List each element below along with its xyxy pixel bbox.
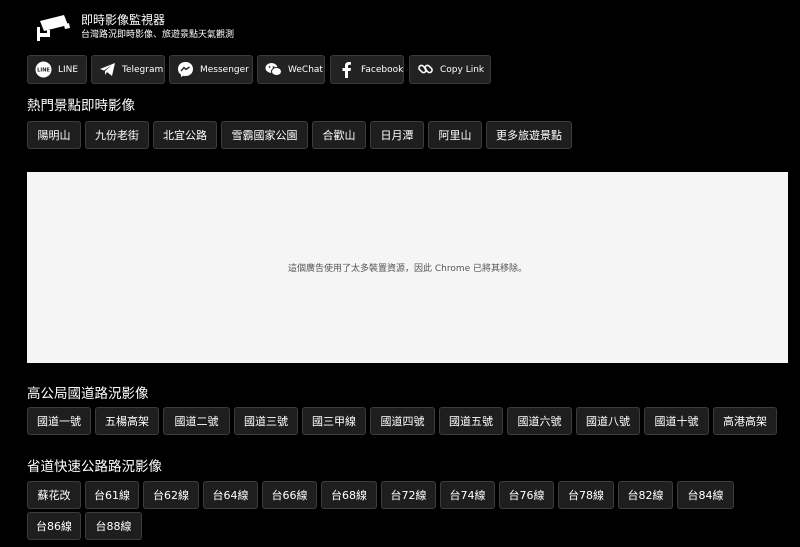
share-wechat-button[interactable]: WeChat: [257, 55, 325, 84]
provincial-button[interactable]: 台68線: [321, 481, 377, 509]
spot-button[interactable]: 日月潭: [370, 121, 424, 149]
provincial-button[interactable]: 台61線: [85, 481, 139, 509]
site-subtitle: 台灣路況即時影像、旅遊景點天氣觀測: [81, 30, 235, 40]
provincial-button[interactable]: 台82線: [618, 481, 673, 509]
provincial-button[interactable]: 台86線: [27, 512, 81, 540]
copy-link-label: Copy Link: [440, 64, 485, 75]
provincial-button[interactable]: 台74線: [440, 481, 495, 509]
line-icon: LINE: [35, 61, 52, 78]
freeway-button[interactable]: 國道一號: [27, 407, 91, 435]
spot-button[interactable]: 阿里山: [428, 121, 482, 149]
svg-text:LINE: LINE: [37, 68, 50, 74]
freeway-button[interactable]: 國道六號: [507, 407, 572, 435]
ad-placeholder: 這個廣告使用了太多裝置資源，因此 Chrome 已將其移除。: [27, 172, 788, 363]
freeway-button[interactable]: 國道八號: [576, 407, 640, 435]
spot-button[interactable]: 雪霸國家公園: [221, 121, 308, 149]
more-spots-button[interactable]: 更多旅遊景點: [486, 121, 572, 149]
hot-spots-title: 熱門景點即時影像: [27, 98, 135, 114]
provincial-button[interactable]: 蘇花改: [27, 481, 81, 509]
link-icon: [417, 61, 434, 78]
provincial-title: 省道快速公路路況影像: [27, 459, 162, 475]
provincial-button[interactable]: 台72線: [381, 481, 436, 509]
spot-button[interactable]: 北宜公路: [153, 121, 217, 149]
site-brand[interactable]: 即時影像監視器 台灣路況即時影像、旅遊景點天氣觀測: [36, 13, 336, 43]
freeway-button[interactable]: 國道五號: [439, 407, 503, 435]
provincial-button[interactable]: 台66線: [262, 481, 317, 509]
freeway-button[interactable]: 國道二號: [163, 407, 230, 435]
freeway-title: 高公局國道路況影像: [27, 386, 149, 402]
share-facebook-button[interactable]: Facebook: [330, 55, 404, 84]
spot-button[interactable]: 陽明山: [27, 121, 81, 149]
share-line-label: LINE: [58, 64, 79, 75]
share-line-button[interactable]: LINE LINE: [27, 55, 87, 84]
freeway-button[interactable]: 國三甲線: [302, 407, 366, 435]
share-telegram-label: Telegram: [122, 64, 164, 75]
provincial-button[interactable]: 台62線: [143, 481, 199, 509]
telegram-icon: [99, 61, 116, 78]
cctv-camera-icon: [36, 13, 72, 43]
spot-button[interactable]: 九份老街: [85, 121, 149, 149]
wechat-icon: [265, 61, 282, 78]
share-wechat-label: WeChat: [288, 64, 323, 75]
provincial-button[interactable]: 台88線: [85, 512, 142, 540]
freeway-button[interactable]: 國道三號: [234, 407, 298, 435]
facebook-icon: [338, 61, 355, 78]
copy-link-button[interactable]: Copy Link: [409, 55, 491, 84]
provincial-button[interactable]: 台64線: [203, 481, 258, 509]
freeway-button[interactable]: 五楊高架: [95, 407, 159, 435]
spot-button[interactable]: 合歡山: [312, 121, 366, 149]
ad-removed-notice: 這個廣告使用了太多裝置資源，因此 Chrome 已將其移除。: [287, 264, 528, 274]
freeway-button[interactable]: 國道四號: [370, 407, 435, 435]
share-facebook-label: Facebook: [361, 64, 404, 75]
messenger-icon: [177, 61, 194, 78]
share-messenger-label: Messenger: [200, 64, 249, 75]
share-telegram-button[interactable]: Telegram: [91, 55, 165, 84]
provincial-button[interactable]: 台78線: [558, 481, 614, 509]
freeway-button[interactable]: 高港高架: [713, 407, 777, 435]
share-messenger-button[interactable]: Messenger: [169, 55, 253, 84]
freeway-button[interactable]: 國道十號: [644, 407, 709, 435]
provincial-button[interactable]: 台76線: [499, 481, 554, 509]
provincial-button[interactable]: 台84線: [677, 481, 734, 509]
site-title: 即時影像監視器: [81, 13, 166, 27]
